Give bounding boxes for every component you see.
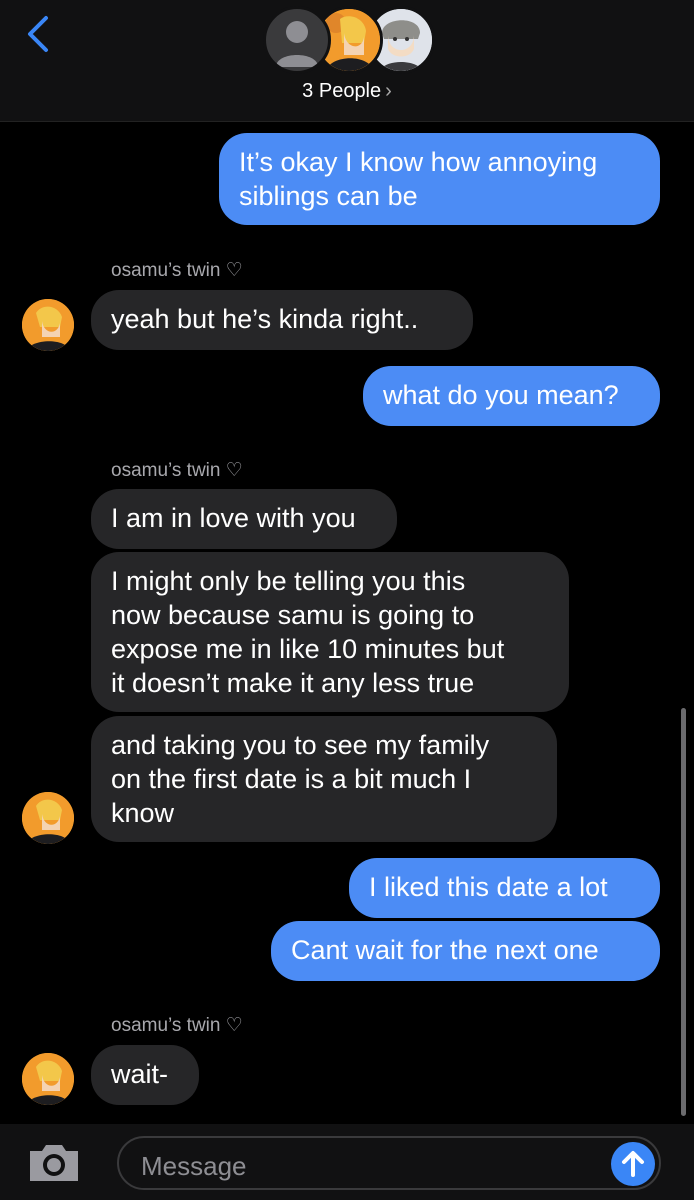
participants-button[interactable]: 3 People › [0, 80, 694, 103]
participants-label: 3 People [302, 80, 382, 102]
message-line: expose me in like 10 minutes but [111, 634, 505, 664]
sender-name: osamu’s twin ♡ [111, 1015, 243, 1036]
outgoing-message[interactable]: It’s okay I know how annoying siblings c… [219, 133, 660, 225]
arrow-up-icon [622, 1151, 644, 1177]
message-line: and taking you to see my family [111, 730, 490, 760]
message-line: know [111, 798, 175, 828]
outgoing-message[interactable]: Cant wait for the next one [271, 921, 660, 981]
message-line: It’s okay I know how annoying [239, 147, 598, 177]
message-line: now because samu is going to [111, 600, 475, 630]
incoming-message[interactable]: I might only be telling you this now bec… [91, 552, 569, 712]
send-button[interactable] [611, 1142, 655, 1186]
message-line: yeah but he’s kinda right.. [111, 304, 419, 334]
sender-name: osamu’s twin ♡ [111, 460, 243, 481]
avatar-generic [263, 6, 331, 74]
sender-name: osamu’s twin ♡ [111, 260, 243, 281]
message-line: what do you mean? [383, 380, 619, 410]
message-line: wait- [111, 1059, 169, 1089]
message-line: Cant wait for the next one [291, 935, 599, 965]
message-placeholder: Message [141, 1151, 247, 1181]
incoming-message[interactable]: wait- [91, 1045, 199, 1105]
camera-button[interactable] [26, 1141, 82, 1183]
camera-icon [30, 1145, 78, 1181]
incoming-message[interactable]: and taking you to see my family on the f… [91, 716, 557, 842]
group-avatars[interactable] [263, 6, 435, 76]
sender-avatar[interactable] [22, 792, 74, 844]
back-button[interactable] [22, 14, 58, 54]
chevron-left-icon [28, 16, 48, 52]
message-input[interactable]: Message [117, 1136, 661, 1190]
outgoing-message[interactable]: what do you mean? [363, 366, 660, 426]
conversation-header: 3 People › [0, 0, 694, 122]
message-line: siblings can be [239, 181, 418, 211]
incoming-message[interactable]: yeah but he’s kinda right.. [91, 290, 473, 350]
scrollbar[interactable] [681, 708, 686, 1116]
message-line: on the first date is a bit much I [111, 764, 472, 794]
outgoing-message[interactable]: I liked this date a lot [349, 858, 660, 918]
message-line: it doesn’t make it any less true [111, 668, 475, 698]
compose-bar: Message [0, 1124, 694, 1200]
sender-avatar[interactable] [22, 1053, 74, 1105]
message-line: I might only be telling you this [111, 566, 466, 596]
incoming-message[interactable]: I am in love with you [91, 489, 397, 549]
message-line: I am in love with you [111, 503, 356, 533]
chevron-right-icon: › [385, 80, 392, 102]
message-line: I liked this date a lot [369, 872, 608, 902]
sender-avatar[interactable] [22, 299, 74, 351]
